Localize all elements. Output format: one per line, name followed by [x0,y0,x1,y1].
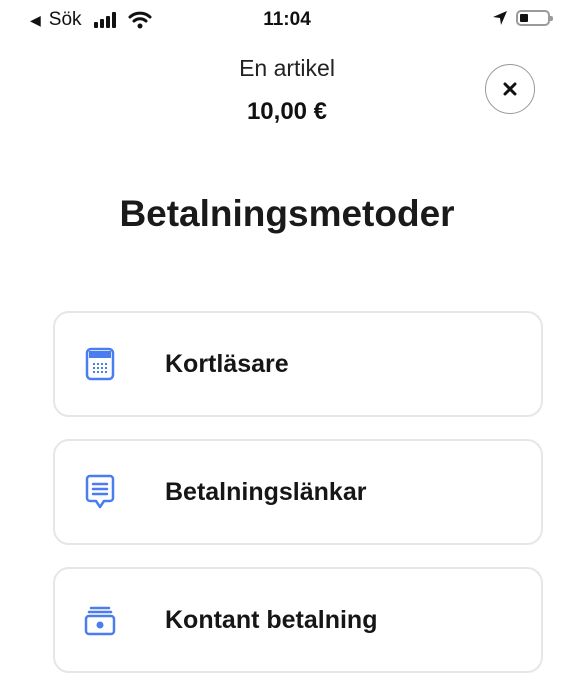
card-reader-icon [83,346,117,382]
status-right [492,10,553,26]
close-icon [503,82,517,96]
battery-icon [516,10,553,26]
cash-icon [83,602,117,638]
payment-method-card-reader[interactable]: Kortläsare [53,311,543,417]
payment-method-cash[interactable]: Kontant betalning [53,567,543,673]
status-bar: ◀ Sök 11:04 [0,0,574,40]
payment-method-label: Betalningslänkar [165,477,367,506]
payment-method-label: Kortläsare [165,349,289,378]
close-button[interactable] [485,64,535,114]
payment-link-icon [83,474,117,510]
payment-method-list: Kortläsare Betalningslänkar Kontant beta… [53,311,543,695]
payment-method-payment-links[interactable]: Betalningslänkar [53,439,543,545]
page-title: Betalningsmetoder [119,193,455,234]
location-arrow-icon [493,11,507,25]
status-time: 11:04 [263,9,311,30]
payment-method-label: Kontant betalning [165,605,378,634]
